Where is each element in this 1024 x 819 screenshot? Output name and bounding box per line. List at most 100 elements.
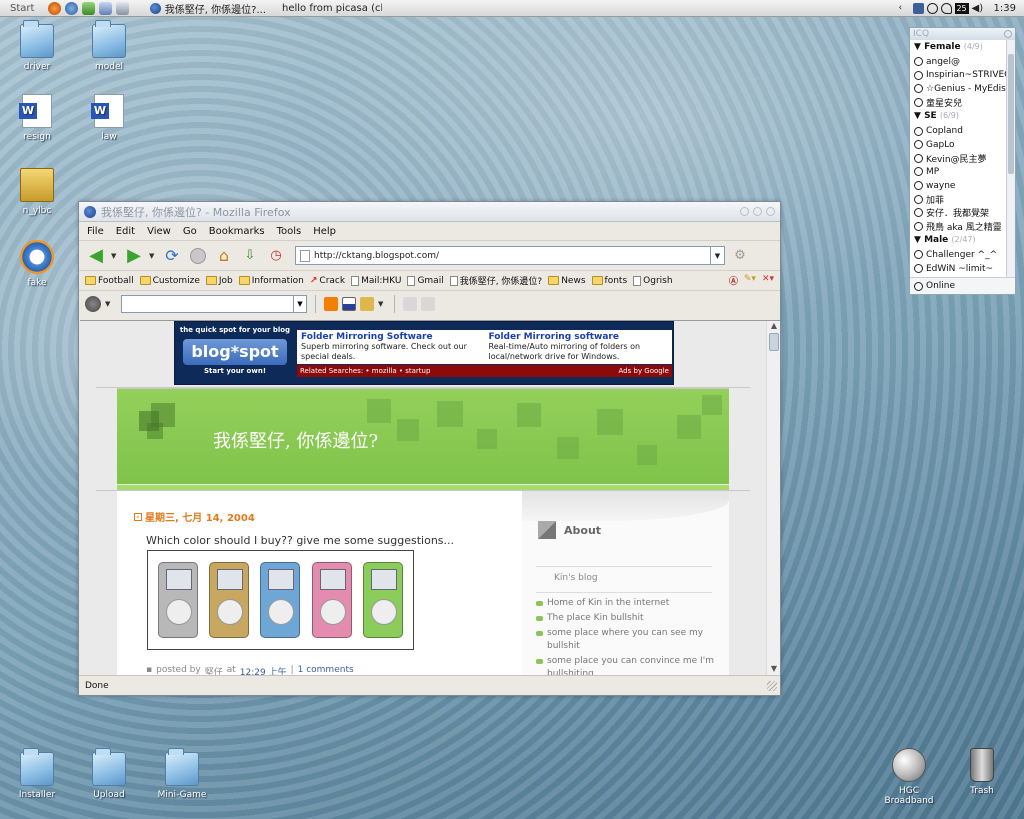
bookmark-item[interactable]: ↗ Crack xyxy=(310,276,345,286)
ad-item[interactable]: Folder Mirroring Software Superb mirrori… xyxy=(297,330,485,364)
bookmark-item[interactable]: Gmail xyxy=(407,275,444,286)
icq-group-se[interactable]: ▼ SE (6/9) xyxy=(914,111,1015,124)
scroll-up-icon[interactable]: ▲ xyxy=(767,321,780,333)
blogspot-ad-banner[interactable]: the quick spot for your blog blog*spot S… xyxy=(174,321,674,385)
desktop-icon-installer[interactable]: Installer xyxy=(2,748,72,800)
bookmark-item[interactable]: Customize xyxy=(139,276,200,286)
chevron-down-icon[interactable]: ▼ xyxy=(293,295,306,312)
icq-titlebar[interactable]: ICQ xyxy=(910,28,1015,40)
web-search-icon[interactable] xyxy=(360,296,374,311)
scroll-thumb[interactable] xyxy=(1008,54,1014,174)
bookmark-item[interactable]: Job xyxy=(205,276,233,286)
stop-icon[interactable] xyxy=(187,245,209,267)
resize-grip[interactable] xyxy=(767,680,777,691)
menu-tools[interactable]: Tools xyxy=(277,226,302,237)
blog-title[interactable]: 我係堅仔, 你係邊位? xyxy=(213,427,378,453)
desktop-icon-upload[interactable]: Upload xyxy=(74,748,144,800)
browser-icon[interactable] xyxy=(65,1,78,15)
icq-contact[interactable]: Kevin@民主夢 xyxy=(914,152,1015,166)
desktop-icon[interactable] xyxy=(116,1,129,15)
desktop-icon-mini-game[interactable]: Mini-Game xyxy=(147,748,217,800)
bookmark-item[interactable]: fonts xyxy=(591,276,627,286)
download-icon[interactable]: ⇩ xyxy=(239,245,261,267)
bookmark-item[interactable]: News xyxy=(548,276,586,286)
icq-contact[interactable]: Challenger ^_^ xyxy=(914,248,1015,262)
volume-icon[interactable]: ◀) xyxy=(972,3,984,14)
desktop-icon-driver[interactable]: driver xyxy=(2,20,72,72)
calendar-badge[interactable]: 25 xyxy=(954,3,969,14)
icq-contact[interactable]: 童星安兒 xyxy=(914,96,1015,110)
ads-by-google-link[interactable]: Ads by Google xyxy=(619,367,669,375)
bookmark-item[interactable]: Football xyxy=(85,276,134,286)
chevron-down-icon[interactable]: ▼ xyxy=(149,252,157,260)
minimize-icon[interactable] xyxy=(740,207,749,216)
icq-contact[interactable]: GapLo xyxy=(914,138,1015,152)
moon-icon[interactable] xyxy=(926,3,938,14)
bookmark-item[interactable]: 我係堅仔, 你係邊位? xyxy=(449,274,542,287)
menu-bookmarks[interactable]: Bookmarks xyxy=(209,226,265,237)
desktop-icon-fake[interactable]: fake xyxy=(2,240,72,288)
chevron-down-icon[interactable]: ▼ xyxy=(710,247,724,264)
sidebar-link[interactable]: some place you can convince me I'm bulls… xyxy=(536,655,722,676)
icq-contact[interactable]: 安仔．我都覺架 xyxy=(914,206,1015,220)
desktop-icon-law[interactable]: law xyxy=(74,94,144,142)
ad-item[interactable]: Folder Mirroring software Real-time/Auto… xyxy=(485,330,673,364)
icq-contact[interactable]: wayne xyxy=(914,179,1015,193)
pdf-icon[interactable] xyxy=(342,296,356,311)
back-arrow-icon[interactable]: ◀ xyxy=(85,245,107,267)
ad-headline[interactable]: Folder Mirroring software xyxy=(489,332,669,342)
collapse-icon[interactable]: - xyxy=(134,512,142,521)
icq-contact[interactable]: MP xyxy=(914,165,1015,179)
music-icon[interactable] xyxy=(82,1,95,15)
icq-tray-icon[interactable] xyxy=(912,3,924,14)
chevron-left-icon[interactable]: ‹ xyxy=(899,3,910,14)
menu-file[interactable]: File xyxy=(87,226,104,237)
history-clock-icon[interactable]: ◷ xyxy=(265,245,287,267)
highlighter-icon[interactable] xyxy=(403,296,417,311)
icq-group-female[interactable]: ▼ Female (4/9) xyxy=(914,42,1015,55)
url-input[interactable]: http://cktang.blogspot.com/ ▼ xyxy=(295,246,725,265)
maximize-icon[interactable] xyxy=(753,207,762,216)
desktop-icon-resign[interactable]: resign xyxy=(2,94,72,142)
chevron-down-icon[interactable]: ▼ xyxy=(111,252,119,260)
web-developer-icon[interactable]: ✎▾ xyxy=(744,274,756,287)
start-button[interactable]: Start xyxy=(0,3,44,14)
menu-help[interactable]: Help xyxy=(313,226,336,237)
icq-contact[interactable]: ☆Genius - MyEdis xyxy=(914,82,1015,96)
sidebar-link[interactable]: The place Kin bullshit xyxy=(536,612,722,625)
icq-contact[interactable]: 飛鳥 aka 風之精靈 xyxy=(914,220,1015,234)
icq-group-male[interactable]: ▼ Male (2/47) xyxy=(914,235,1015,248)
reload-icon[interactable]: ⟳ xyxy=(161,245,183,267)
icq-contact[interactable]: Copland xyxy=(914,124,1015,138)
close-icon[interactable] xyxy=(766,207,775,216)
taskbar-task-picasa[interactable]: hello from picasa (ckt... xyxy=(272,1,382,16)
chevron-down-icon[interactable]: ▼ xyxy=(105,300,113,308)
adblock-icon[interactable]: Ⓐ xyxy=(729,274,738,287)
related-searches[interactable]: Related Searches: • mozilla • startup xyxy=(300,367,430,375)
post-image[interactable] xyxy=(147,550,414,650)
bookmark-item[interactable]: Information xyxy=(238,276,304,286)
image-viewer-icon[interactable] xyxy=(99,1,112,15)
icq-scrollbar[interactable] xyxy=(1006,40,1015,280)
chevron-down-icon[interactable]: ▼ xyxy=(378,300,386,308)
icq-contact[interactable]: Inspirian~STRIVEC xyxy=(914,69,1015,83)
bookmark-item[interactable]: Ogrish xyxy=(633,275,673,286)
blogspot-logo[interactable]: the quick spot for your blog blog*spot S… xyxy=(175,322,295,386)
firefox-icon[interactable] xyxy=(48,1,61,15)
close-icon[interactable] xyxy=(1004,30,1012,38)
menu-go[interactable]: Go xyxy=(183,226,197,237)
icq-contact[interactable]: angel@ xyxy=(914,55,1015,69)
page-scrollbar[interactable]: ▲ ▼ xyxy=(766,321,780,676)
page-viewport[interactable]: the quick spot for your blog blog*spot S… xyxy=(80,320,780,676)
taskbar-task-firefox[interactable]: 我係堅仔, 你係邊位?... xyxy=(144,1,272,16)
bookmark-item[interactable]: Mail:HKU xyxy=(351,275,401,286)
firefox-titlebar[interactable]: 我係堅仔, 你係邊位? - Mozilla Firefox xyxy=(79,202,780,222)
menu-edit[interactable]: Edit xyxy=(116,226,135,237)
scroll-thumb[interactable] xyxy=(769,333,779,351)
icq-contact[interactable]: 加菲 xyxy=(914,192,1015,206)
gear-icon[interactable]: ⚙ xyxy=(729,245,751,267)
icq-status-button[interactable]: Online xyxy=(910,277,1015,294)
google-search-icon[interactable] xyxy=(85,295,101,312)
desktop-icon-n-ylbc[interactable]: n_ylbc xyxy=(2,168,72,216)
close-x-icon[interactable]: ✕▾ xyxy=(762,274,774,287)
